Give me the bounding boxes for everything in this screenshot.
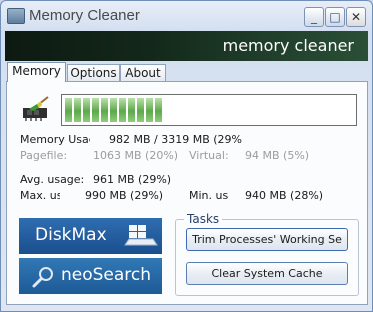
- avg-usage-label: Avg. usage:: [20, 173, 85, 186]
- diskmax-ad-label: DiskMax: [35, 225, 107, 245]
- virtual-label: Virtual:: [189, 149, 229, 162]
- min-usage-value: 940 MB (28%): [245, 189, 324, 202]
- max-usage-value: 990 MB (29%): [85, 189, 164, 202]
- max-usage-label-text: Max. usage:: [20, 189, 60, 202]
- header-banner: memory cleaner: [5, 31, 368, 61]
- meter-segment: [155, 98, 162, 122]
- memory-panel: Memory Usage: 982 MB / 3319 MB (29% Page…: [6, 81, 368, 305]
- memory-broom-icon: [23, 96, 49, 121]
- pagefile-label: Pagefile:: [20, 149, 68, 162]
- neosearch-ad-label: neoSearch: [61, 265, 152, 285]
- neosearch-ad-banner[interactable]: neoSearch: [19, 258, 162, 294]
- tab-memory[interactable]: Memory: [7, 62, 66, 82]
- meter-segment: [119, 98, 126, 122]
- meter-segment: [101, 98, 108, 122]
- avg-usage-value: 961 MB (29%): [93, 173, 172, 186]
- meter-segment: [65, 98, 72, 122]
- memory-usage-label: Memory Usage:: [20, 133, 90, 146]
- main-window: Memory Cleaner _ □ ✕ memory cleaner Opti…: [0, 0, 373, 312]
- pagefile-value: 1063 MB (20%): [93, 149, 179, 162]
- memory-usage-label-text: Memory Usage:: [20, 133, 90, 146]
- disk-windows-icon: [124, 225, 158, 246]
- meter-segment: [74, 98, 81, 122]
- banner-title: memory cleaner: [222, 36, 354, 55]
- magnifier-icon: [32, 267, 53, 288]
- clear-system-cache-button[interactable]: Clear System Cache: [186, 262, 348, 285]
- meter-segment: [137, 98, 144, 122]
- window-title: Memory Cleaner: [29, 7, 140, 24]
- meter-segment: [83, 98, 90, 122]
- maximize-button[interactable]: □: [325, 7, 345, 27]
- meter-segment: [110, 98, 117, 122]
- diskmax-ad-banner[interactable]: DiskMax: [19, 218, 162, 254]
- trim-processes-button[interactable]: Trim Processes' Working Se: [186, 228, 348, 251]
- virtual-value: 94 MB (5%): [245, 149, 310, 162]
- memory-usage-value: 982 MB / 3319 MB (29%: [109, 133, 242, 146]
- tasks-group: Tasks Trim Processes' Working Se Clear S…: [175, 212, 359, 296]
- tab-about[interactable]: About: [120, 64, 166, 81]
- memory-usage-fill: [65, 98, 165, 122]
- minimize-button[interactable]: _: [304, 7, 324, 27]
- tasks-legend: Tasks: [184, 212, 223, 226]
- app-icon: [7, 8, 25, 24]
- tab-options[interactable]: Options: [67, 64, 120, 81]
- meter-segment: [92, 98, 99, 122]
- max-usage-label: Max. usage:: [20, 189, 60, 202]
- min-usage-label: Min. usage:: [189, 189, 229, 202]
- meter-segment: [146, 98, 153, 122]
- meter-segment: [128, 98, 135, 122]
- close-button[interactable]: ✕: [346, 7, 366, 27]
- min-usage-label-text: Min. usage:: [189, 189, 229, 202]
- title-bar[interactable]: Memory Cleaner _ □ ✕: [1, 1, 372, 31]
- memory-usage-meter: [61, 94, 357, 126]
